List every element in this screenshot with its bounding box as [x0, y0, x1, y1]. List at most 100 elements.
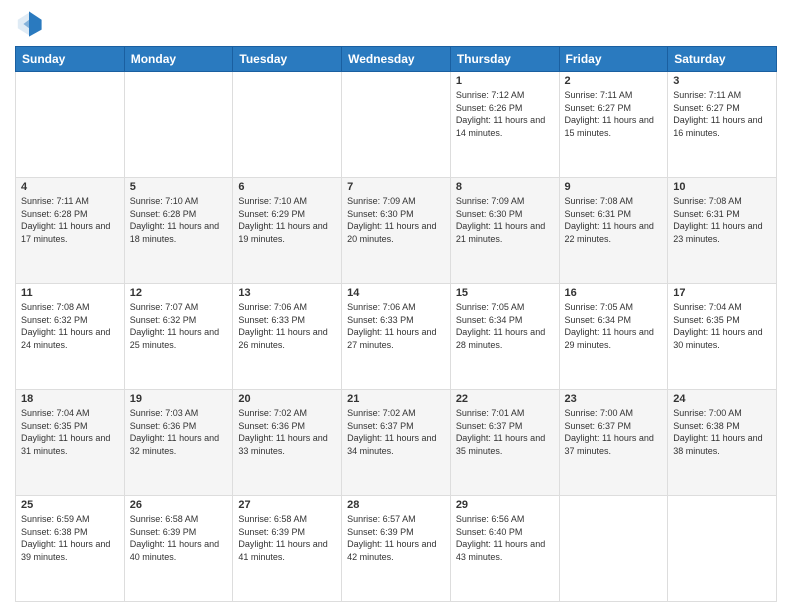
day-number: 9: [565, 181, 663, 193]
day-number: 12: [130, 287, 228, 299]
day-info: Sunrise: 7:10 AM Sunset: 6:28 PM Dayligh…: [130, 195, 228, 245]
day-number: 28: [347, 499, 445, 511]
day-info: Sunrise: 7:02 AM Sunset: 6:36 PM Dayligh…: [238, 407, 336, 457]
day-number: 6: [238, 181, 336, 193]
day-number: 24: [673, 393, 771, 405]
day-number: 20: [238, 393, 336, 405]
day-info: Sunrise: 7:08 AM Sunset: 6:31 PM Dayligh…: [565, 195, 663, 245]
day-cell: 23 Sunrise: 7:00 AM Sunset: 6:37 PM Dayli…: [559, 390, 668, 496]
day-info: Sunrise: 7:02 AM Sunset: 6:37 PM Dayligh…: [347, 407, 445, 457]
day-number: 4: [21, 181, 119, 193]
day-cell: 29Sunrise: 6:56 AM Sunset: 6:40 PM Dayli…: [450, 496, 559, 602]
day-info: Sunrise: 7:09 AM Sunset: 6:30 PM Dayligh…: [347, 195, 445, 245]
day-number: 27: [238, 499, 336, 511]
day-number: 15: [456, 287, 554, 299]
day-number: 26: [130, 499, 228, 511]
calendar-table: SundayMondayTuesdayWednesdayThursdayFrid…: [15, 46, 777, 602]
day-cell: [559, 496, 668, 602]
day-info: Sunrise: 7:11 AM Sunset: 6:27 PM Dayligh…: [673, 89, 771, 139]
day-info: Sunrise: 7:09 AM Sunset: 6:30 PM Dayligh…: [456, 195, 554, 245]
day-info: Sunrise: 6:58 AM Sunset: 6:39 PM Dayligh…: [238, 513, 336, 563]
day-number: 1: [456, 75, 554, 87]
day-info: Sunrise: 7:08 AM Sunset: 6:31 PM Dayligh…: [673, 195, 771, 245]
day-cell: 3Sunrise: 7:11 AM Sunset: 6:27 PM Daylig…: [668, 72, 777, 178]
day-info: Sunrise: 7:00 AM Sunset: 6:37 PM Dayligh…: [565, 407, 663, 457]
day-cell: 22 Sunrise: 7:01 AM Sunset: 6:37 PM Dayli…: [450, 390, 559, 496]
col-header-thursday: Thursday: [450, 47, 559, 72]
day-number: 22: [456, 393, 554, 405]
day-info: Sunrise: 7:01 AM Sunset: 6:37 PM Dayligh…: [456, 407, 554, 457]
header-row: SundayMondayTuesdayWednesdayThursdayFrid…: [16, 47, 777, 72]
logo: [15, 10, 47, 38]
week-row-2: 4Sunrise: 7:11 AM Sunset: 6:28 PM Daylig…: [16, 178, 777, 284]
day-number: 16: [565, 287, 663, 299]
day-cell: 7 Sunrise: 7:09 AM Sunset: 6:30 PM Daylig…: [342, 178, 451, 284]
day-number: 2: [565, 75, 663, 87]
day-cell: 17 Sunrise: 7:04 AM Sunset: 6:35 PM Dayli…: [668, 284, 777, 390]
day-cell: 16 Sunrise: 7:05 AM Sunset: 6:34 PM Dayli…: [559, 284, 668, 390]
day-cell: 24 Sunrise: 7:00 AM Sunset: 6:38 PM Dayli…: [668, 390, 777, 496]
day-info: Sunrise: 7:06 AM Sunset: 6:33 PM Dayligh…: [238, 301, 336, 351]
day-cell: 6 Sunrise: 7:10 AM Sunset: 6:29 PM Daylig…: [233, 178, 342, 284]
week-row-4: 18Sunrise: 7:04 AM Sunset: 6:35 PM Dayli…: [16, 390, 777, 496]
day-cell: 1 Sunrise: 7:12 AM Sunset: 6:26 PM Daylig…: [450, 72, 559, 178]
day-cell: 4Sunrise: 7:11 AM Sunset: 6:28 PM Daylig…: [16, 178, 125, 284]
header: [15, 10, 777, 38]
week-row-3: 11 Sunrise: 7:08 AM Sunset: 6:32 PM Dayli…: [16, 284, 777, 390]
col-header-tuesday: Tuesday: [233, 47, 342, 72]
col-header-wednesday: Wednesday: [342, 47, 451, 72]
day-info: Sunrise: 7:03 AM Sunset: 6:36 PM Dayligh…: [130, 407, 228, 457]
day-number: 5: [130, 181, 228, 193]
day-number: 19: [130, 393, 228, 405]
day-cell: 13 Sunrise: 7:06 AM Sunset: 6:33 PM Dayli…: [233, 284, 342, 390]
day-number: 21: [347, 393, 445, 405]
day-number: 11: [21, 287, 119, 299]
day-info: Sunrise: 6:59 AM Sunset: 6:38 PM Dayligh…: [21, 513, 119, 563]
day-cell: 2 Sunrise: 7:11 AM Sunset: 6:27 PM Daylig…: [559, 72, 668, 178]
day-cell: 26 Sunrise: 6:58 AM Sunset: 6:39 PM Dayli…: [124, 496, 233, 602]
day-number: 29: [456, 499, 554, 511]
week-row-5: 25 Sunrise: 6:59 AM Sunset: 6:38 PM Dayli…: [16, 496, 777, 602]
day-number: 10: [673, 181, 771, 193]
day-info: Sunrise: 6:58 AM Sunset: 6:39 PM Dayligh…: [130, 513, 228, 563]
day-cell: 8 Sunrise: 7:09 AM Sunset: 6:30 PM Daylig…: [450, 178, 559, 284]
day-info: Sunrise: 7:11 AM Sunset: 6:27 PM Dayligh…: [565, 89, 663, 139]
day-cell: 25 Sunrise: 6:59 AM Sunset: 6:38 PM Dayli…: [16, 496, 125, 602]
week-row-1: 1 Sunrise: 7:12 AM Sunset: 6:26 PM Daylig…: [16, 72, 777, 178]
day-number: 8: [456, 181, 554, 193]
day-cell: 27 Sunrise: 6:58 AM Sunset: 6:39 PM Dayli…: [233, 496, 342, 602]
day-info: Sunrise: 7:07 AM Sunset: 6:32 PM Dayligh…: [130, 301, 228, 351]
day-number: 14: [347, 287, 445, 299]
day-info: Sunrise: 7:06 AM Sunset: 6:33 PM Dayligh…: [347, 301, 445, 351]
day-number: 23: [565, 393, 663, 405]
day-info: Sunrise: 7:05 AM Sunset: 6:34 PM Dayligh…: [456, 301, 554, 351]
col-header-sunday: Sunday: [16, 47, 125, 72]
day-cell: 20 Sunrise: 7:02 AM Sunset: 6:36 PM Dayli…: [233, 390, 342, 496]
day-cell: 11 Sunrise: 7:08 AM Sunset: 6:32 PM Dayli…: [16, 284, 125, 390]
col-header-monday: Monday: [124, 47, 233, 72]
day-info: Sunrise: 7:04 AM Sunset: 6:35 PM Dayligh…: [21, 407, 119, 457]
day-cell: 10 Sunrise: 7:08 AM Sunset: 6:31 PM Dayli…: [668, 178, 777, 284]
day-cell: 5 Sunrise: 7:10 AM Sunset: 6:28 PM Daylig…: [124, 178, 233, 284]
day-number: 13: [238, 287, 336, 299]
day-cell: [124, 72, 233, 178]
day-cell: 21 Sunrise: 7:02 AM Sunset: 6:37 PM Dayli…: [342, 390, 451, 496]
day-number: 7: [347, 181, 445, 193]
day-info: Sunrise: 7:05 AM Sunset: 6:34 PM Dayligh…: [565, 301, 663, 351]
day-number: 17: [673, 287, 771, 299]
day-info: Sunrise: 7:04 AM Sunset: 6:35 PM Dayligh…: [673, 301, 771, 351]
day-cell: 19 Sunrise: 7:03 AM Sunset: 6:36 PM Dayli…: [124, 390, 233, 496]
day-cell: 15 Sunrise: 7:05 AM Sunset: 6:34 PM Dayli…: [450, 284, 559, 390]
day-number: 25: [21, 499, 119, 511]
day-info: Sunrise: 7:00 AM Sunset: 6:38 PM Dayligh…: [673, 407, 771, 457]
day-cell: [342, 72, 451, 178]
day-cell: 28 Sunrise: 6:57 AM Sunset: 6:39 PM Dayli…: [342, 496, 451, 602]
day-info: Sunrise: 7:10 AM Sunset: 6:29 PM Dayligh…: [238, 195, 336, 245]
day-info: Sunrise: 7:08 AM Sunset: 6:32 PM Dayligh…: [21, 301, 119, 351]
day-cell: 18Sunrise: 7:04 AM Sunset: 6:35 PM Dayli…: [16, 390, 125, 496]
page: SundayMondayTuesdayWednesdayThursdayFrid…: [0, 0, 792, 612]
logo-icon: [15, 10, 43, 38]
day-info: Sunrise: 7:12 AM Sunset: 6:26 PM Dayligh…: [456, 89, 554, 139]
day-cell: [16, 72, 125, 178]
day-info: Sunrise: 6:57 AM Sunset: 6:39 PM Dayligh…: [347, 513, 445, 563]
